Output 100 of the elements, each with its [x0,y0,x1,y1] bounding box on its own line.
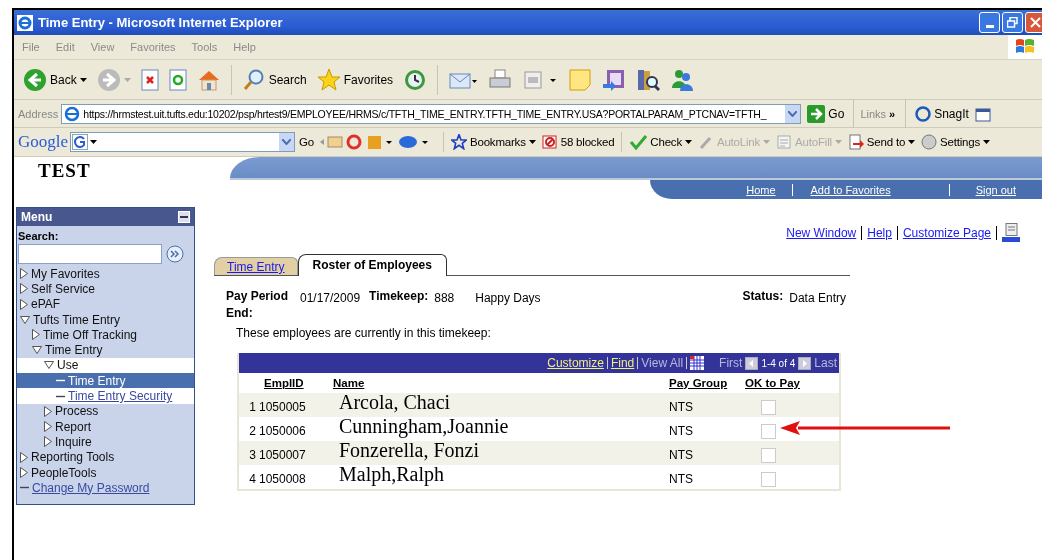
table-cell-text: NTS [669,471,694,486]
menu-item[interactable]: Process [17,403,194,419]
spreadsheet-icon[interactable] [690,356,705,370]
previous-icon[interactable] [745,356,759,370]
settings-icon [921,134,938,150]
books-magnifier-icon [636,67,661,92]
field-value: Happy Days [475,290,541,305]
field-value: Data Entry [789,290,846,305]
check-button[interactable]: Check [627,134,694,150]
minus-icon [180,216,188,218]
first-link[interactable]: First [719,356,743,370]
table-cell-text: Malph,Ralph [338,462,445,486]
menu-item[interactable]: Report [17,418,194,435]
http-page-icon[interactable] [1002,223,1020,243]
table-cell-text: 1050005 [259,399,307,414]
people-icon [670,67,695,92]
find-link[interactable]: Find [610,356,635,370]
field-label: Pay Period End: [226,288,290,322]
row-range: 1-4 of 4 [761,357,796,369]
go-button[interactable]: Go [804,104,848,123]
form-icon [776,134,793,150]
history-clock-icon [403,67,428,92]
capture-window-icon[interactable] [974,105,991,122]
menu-item[interactable]: Time Off Tracking [17,327,194,343]
header-link[interactable]: Sign out [948,183,1042,196]
settings-button[interactable]: Settings [919,134,993,150]
star-icon [316,67,341,92]
more-links-button[interactable]: » [889,107,896,120]
menu-item[interactable]: ePAF [17,296,194,312]
menu-item[interactable]: My Favorites [17,266,194,282]
collapse-button[interactable] [178,211,190,223]
search-field[interactable] [18,244,162,264]
back-button[interactable]: Back [20,67,90,92]
favorites-button[interactable]: Favorites [313,67,397,92]
search-go-button[interactable] [166,245,184,263]
bookmarks-button[interactable]: Bookmarks [449,134,538,150]
chevron-down-icon [282,139,292,145]
customize-link[interactable]: Customize [547,356,604,370]
row-number: 2 [249,423,257,438]
blocked-button[interactable]: 58 blocked [539,134,617,150]
double-chevron-icon [166,245,184,263]
windows-flag-icon [1008,35,1042,59]
tab[interactable]: Roster of Employees [297,254,447,276]
google-logo: Google [18,132,69,152]
close-button[interactable] [1025,12,1042,33]
column-header[interactable]: Pay Group [669,377,728,389]
checkbox[interactable] [761,423,776,439]
header-link[interactable]: Add to Favorites [791,183,949,196]
menu-item[interactable]: Time Entry [17,373,194,389]
column-header[interactable]: EmplID [264,377,304,389]
table-cell-text: NTS [669,399,694,414]
menu-item[interactable]: Change My Password [17,480,194,496]
checkbox[interactable] [761,447,776,463]
table-cell-text: Arcola, Chaci [338,390,452,414]
column-header[interactable]: Name [333,377,365,389]
page-link[interactable]: Help [867,226,892,240]
menu-item[interactable]: Use [17,357,194,374]
sendto-button[interactable]: Send to [845,134,918,150]
column-header[interactable]: OK to Pay [745,377,800,389]
go-button[interactable]: Go [297,136,316,148]
menu-item[interactable]: Inquire [17,434,194,450]
view-all-link[interactable]: View All [641,356,684,370]
dash-icon [56,379,65,383]
go-arrow-icon [807,104,826,123]
field-label: Timekeep: [369,288,429,303]
stop-page-icon [140,68,159,91]
menu-item[interactable]: PeopleTools [17,464,194,481]
checkbox[interactable] [761,399,776,415]
header-link[interactable]: Home [730,183,792,196]
search-button[interactable]: Search [238,67,310,92]
caret-icon [90,140,98,144]
address-label: Address [18,107,59,120]
sticky-note-icon [568,67,593,92]
checkbox[interactable] [761,471,776,487]
dropdown-button[interactable] [279,133,295,151]
menu-item[interactable]: Tufts Time Entry [17,311,194,328]
minimize-button[interactable] [979,12,1000,33]
table-cell-text: NTS [669,423,694,438]
window-title: Time Entry - Microsoft Internet Explorer [38,15,283,30]
page-link[interactable]: New Window [786,226,857,240]
links-label: Links [860,107,887,120]
search-label: Search: [17,229,60,244]
menu-item[interactable]: Self Service [17,281,194,297]
menu-item[interactable]: Reporting Tools [17,449,194,465]
menu-item[interactable]: Time Entry [17,342,194,358]
last-link[interactable]: Last [814,356,837,370]
restore-button[interactable] [1002,12,1023,33]
tab[interactable]: Time Entry [214,257,298,275]
browser-logo-icon [17,14,33,31]
page-icon [64,105,81,122]
caret-icon [123,77,131,82]
snagit-button[interactable]: SnagIt [912,105,972,122]
page-link[interactable]: Customize Page [902,226,991,240]
caret-icon [834,140,842,144]
instruction-text: These employees are currently in this timekeep: [235,325,492,340]
dropdown-button[interactable] [785,104,801,123]
address-field[interactable]: https://hrmstest.uit.tufts.edu:10202/psp/hrtest9/EMPLOYEE/HRMS/c/TFTH_TIME_ENTRY.TFTH_TIME_ENTRY.USA?PORTALPARAM_PTCNAV=TFTH_ [61,103,802,124]
next-icon[interactable] [798,356,812,370]
google-search-field[interactable] [70,132,296,152]
spellcheck-icon [629,134,648,150]
